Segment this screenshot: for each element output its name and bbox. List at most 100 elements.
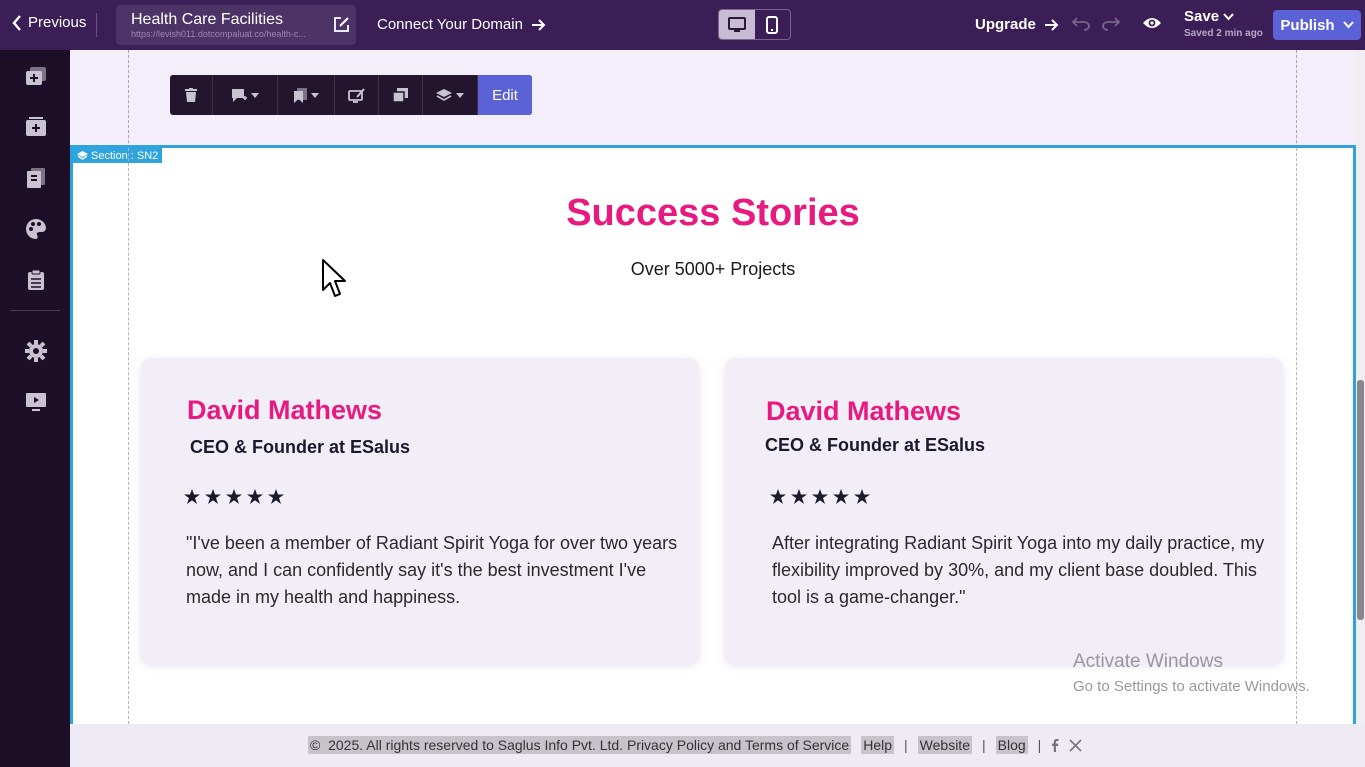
edit-icon[interactable] — [333, 16, 350, 33]
forms-clipboard-icon[interactable] — [24, 268, 48, 292]
left-sidebar — [0, 50, 70, 767]
templates-icon[interactable] — [24, 115, 48, 139]
site-name-box[interactable]: Health Care Facilities https://levish011… — [116, 5, 356, 45]
watermark-subtitle: Go to Settings to activate Windows. — [1073, 678, 1310, 695]
website-link[interactable]: Website — [917, 736, 972, 754]
bookmark-dropdown-button[interactable] — [278, 75, 335, 115]
connect-domain-button[interactable]: Connect Your Domain — [377, 16, 546, 33]
star-icon — [247, 489, 263, 504]
site-url[interactable]: https://levish011.dotcompaluat.co/health… — [131, 29, 331, 39]
star-icon — [791, 489, 807, 504]
device-switcher — [718, 9, 791, 40]
theme-palette-icon[interactable] — [24, 217, 48, 241]
separator: | — [904, 737, 908, 753]
delete-button[interactable] — [170, 75, 213, 115]
caret-down-icon — [456, 92, 464, 98]
connect-domain-label: Connect Your Domain — [377, 16, 523, 33]
star-icon — [226, 489, 242, 504]
scrollbar-thumb[interactable] — [1357, 380, 1364, 620]
separator: | — [981, 737, 986, 753]
arrow-right-icon — [1044, 18, 1059, 31]
pages-icon[interactable] — [24, 166, 48, 190]
caret-down-icon — [311, 92, 319, 98]
sidebar-divider — [10, 310, 60, 311]
x-twitter-icon[interactable] — [1069, 738, 1082, 752]
windows-activation-watermark: Activate Windows Go to Settings to activ… — [1073, 651, 1310, 695]
watermark-title: Activate Windows — [1073, 651, 1223, 672]
section-subheading[interactable]: Over 5000+ Projects — [73, 259, 1353, 280]
element-toolbar: Edit — [170, 75, 532, 115]
separator: | — [1037, 737, 1042, 753]
canvas-scrollbar[interactable] — [1356, 50, 1365, 724]
previous-button[interactable]: Previous — [12, 14, 86, 31]
trash-icon — [185, 88, 197, 102]
star-icon — [184, 489, 200, 504]
rating-stars — [184, 489, 284, 504]
rating-stars — [770, 489, 870, 504]
comment-dropdown-button[interactable] — [213, 75, 278, 115]
blog-link[interactable]: Blog — [995, 736, 1028, 754]
arrow-right-icon — [531, 18, 546, 31]
star-icon — [812, 489, 828, 504]
copyright-text: © 2025. All rights reserved to Saglus In… — [308, 736, 852, 754]
testimonial-role[interactable]: CEO & Founder at ESalus — [765, 435, 985, 456]
mobile-view-button[interactable] — [755, 10, 791, 39]
previous-label: Previous — [28, 14, 87, 31]
top-bar: Previous Health Care Facilities https://… — [0, 0, 1365, 50]
testimonial-role[interactable]: CEO & Founder at ESalus — [190, 437, 410, 458]
settings-gear-icon[interactable] — [24, 339, 48, 363]
section-label[interactable]: Section : SN2 — [73, 148, 163, 163]
design-brush-icon — [348, 87, 365, 103]
layers-dropdown-button[interactable] — [423, 75, 478, 115]
star-icon — [833, 489, 849, 504]
save-button[interactable]: Save Saved 2 min ago — [1184, 8, 1263, 39]
bookmark-icon — [294, 87, 307, 103]
divider — [96, 13, 97, 37]
layers-icon — [77, 150, 88, 160]
saved-status: Saved 2 min ago — [1184, 28, 1263, 39]
layers-icon — [436, 88, 452, 101]
edit-button[interactable]: Edit — [478, 75, 532, 115]
caret-down-icon — [251, 92, 259, 98]
chevron-left-icon — [12, 14, 21, 31]
desktop-icon — [727, 16, 746, 32]
testimonial-card[interactable]: David Mathews CEO & Founder at ESalus Af… — [725, 358, 1283, 664]
design-button[interactable] — [335, 75, 379, 115]
star-icon — [854, 489, 870, 504]
copyright-body: 2025. All rights reserved to Saglus Info… — [328, 737, 850, 753]
star-icon — [268, 489, 284, 504]
duplicate-button[interactable] — [379, 75, 423, 115]
publish-button[interactable]: Publish — [1273, 10, 1361, 40]
comment-icon — [232, 88, 247, 102]
section-label-text: Section : SN2 — [91, 149, 159, 162]
preview-eye-icon[interactable] — [1142, 16, 1162, 30]
site-title: Health Care Facilities — [131, 11, 284, 28]
testimonial-name[interactable]: David Mathews — [187, 395, 382, 426]
star-icon — [770, 489, 786, 504]
publish-label: Publish — [1280, 16, 1335, 34]
chevron-down-icon — [1342, 21, 1354, 29]
redo-icon[interactable] — [1102, 15, 1120, 31]
section-heading[interactable]: Success Stories — [73, 192, 1353, 235]
upgrade-button[interactable]: Upgrade — [975, 16, 1059, 33]
chevron-down-icon — [1223, 12, 1234, 20]
desktop-view-button[interactable] — [719, 10, 755, 39]
testimonial-card[interactable]: David Mathews CEO & Founder at ESalus "I… — [141, 358, 699, 664]
copy-icon — [393, 88, 408, 102]
save-label: Save — [1184, 8, 1220, 25]
testimonial-quote[interactable]: "I've been a member of Radiant Spirit Yo… — [186, 530, 681, 611]
facebook-icon[interactable] — [1051, 738, 1059, 752]
help-link[interactable]: Help — [861, 736, 895, 754]
undo-icon[interactable] — [1072, 15, 1090, 31]
star-icon — [205, 489, 221, 504]
preview-monitor-icon[interactable] — [24, 390, 48, 414]
add-section-icon[interactable] — [24, 64, 48, 88]
testimonial-quote[interactable]: After integrating Radiant Spirit Yoga in… — [772, 530, 1272, 611]
upgrade-label: Upgrade — [975, 16, 1036, 33]
success-stories-section[interactable]: Section : SN2 Success Stories Over 5000+… — [70, 145, 1356, 724]
testimonial-name[interactable]: David Mathews — [766, 396, 961, 427]
editor-footer: © 2025. All rights reserved to Saglus In… — [70, 724, 1365, 767]
editor-canvas[interactable]: Edit Section : SN2 Success Stories Over … — [70, 50, 1356, 724]
copyright-symbol: © — [310, 737, 321, 753]
mouse-cursor-icon — [322, 259, 346, 297]
